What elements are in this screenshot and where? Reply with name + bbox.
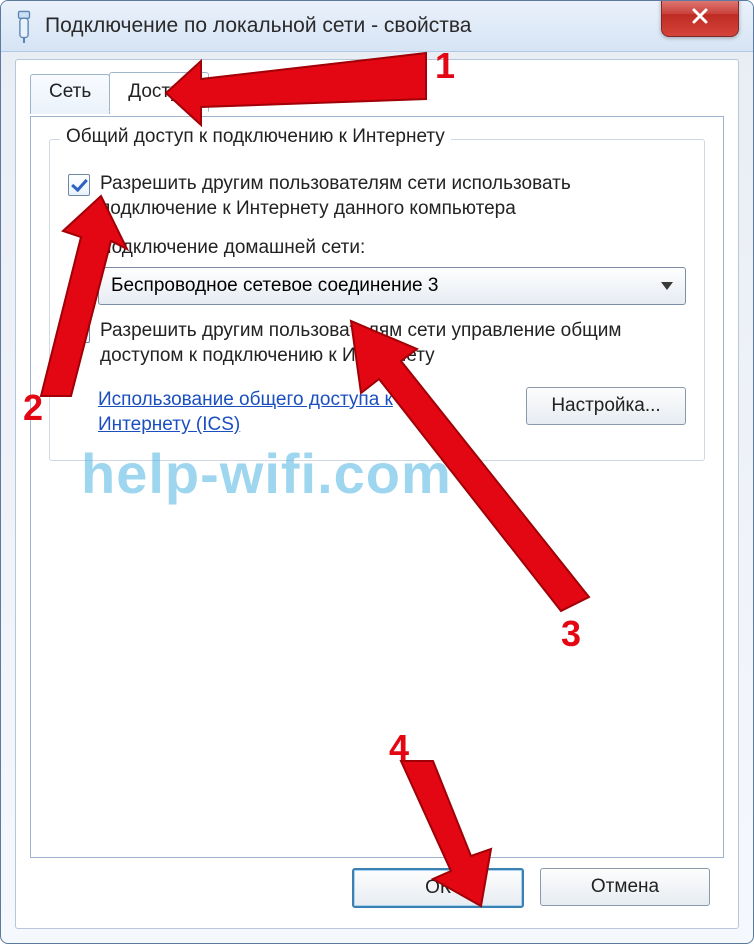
titlebar: Подключение по локальной сети - свойства bbox=[1, 1, 753, 52]
cancel-button[interactable]: Отмена bbox=[540, 868, 710, 906]
ics-help-link[interactable]: Использование общего доступа к Интернету… bbox=[98, 387, 478, 438]
close-button[interactable] bbox=[661, 0, 739, 37]
tab-strip: Сеть Доступ bbox=[30, 74, 208, 114]
window-title: Подключение по локальной сети - свойства bbox=[45, 14, 471, 38]
allow-control-row[interactable]: Разрешить другим пользователям сети упра… bbox=[68, 319, 686, 368]
properties-dialog: Подключение по локальной сети - свойства… bbox=[0, 0, 754, 944]
dialog-footer: ОК Отмена bbox=[352, 868, 710, 908]
home-connection-combobox[interactable]: Беспроводное сетевое соединение 3 bbox=[98, 267, 686, 305]
allow-other-users-checkbox[interactable] bbox=[68, 174, 90, 196]
allow-control-checkbox[interactable] bbox=[68, 321, 90, 343]
tab-sharing[interactable]: Доступ bbox=[109, 72, 209, 112]
ok-button[interactable]: ОК bbox=[352, 868, 524, 908]
allow-control-label: Разрешить другим пользователям сети упра… bbox=[100, 319, 686, 368]
settings-button[interactable]: Настройка... bbox=[526, 387, 686, 425]
dialog-body: Сеть Доступ Общий доступ к подключению к… bbox=[15, 59, 739, 929]
tab-network[interactable]: Сеть bbox=[30, 74, 110, 114]
group-title: Общий доступ к подключению к Интернету bbox=[60, 126, 451, 148]
connection-icon bbox=[13, 11, 35, 41]
chevron-down-icon bbox=[661, 282, 673, 290]
allow-other-users-label: Разрешить другим пользователям сети испо… bbox=[100, 172, 686, 221]
tab-panel-sharing: Общий доступ к подключению к Интернету Р… bbox=[30, 116, 724, 858]
home-connection-label: Подключение домашней сети: bbox=[98, 237, 686, 259]
allow-other-users-row[interactable]: Разрешить другим пользователям сети испо… bbox=[68, 172, 686, 221]
ics-group: Общий доступ к подключению к Интернету Р… bbox=[49, 139, 705, 461]
home-connection-value: Беспроводное сетевое соединение 3 bbox=[111, 275, 438, 297]
